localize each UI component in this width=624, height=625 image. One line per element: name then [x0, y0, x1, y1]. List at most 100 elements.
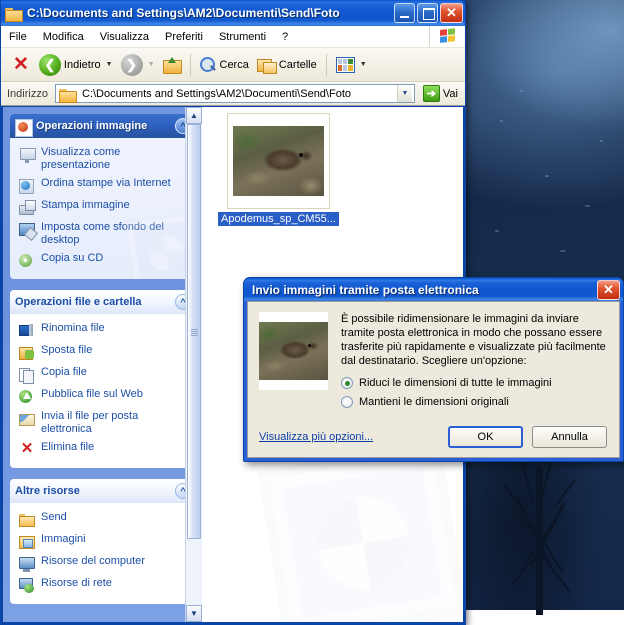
sidebar-item-label: Immagini: [41, 533, 86, 546]
address-label: Indirizzo: [4, 88, 51, 100]
go-button[interactable]: ➔ Vai: [419, 85, 462, 102]
menu-item-visualizza[interactable]: Visualizza: [92, 29, 157, 45]
sidebar-item-move[interactable]: Sposta file: [17, 342, 192, 363]
window-titlebar[interactable]: C:\Documents and Settings\AM2\Documenti\…: [1, 0, 465, 26]
sidebar-item-email-file[interactable]: Invia il file per posta elettronica: [17, 408, 192, 438]
sidebar-item-label: Rinomina file: [41, 322, 105, 335]
slideshow-icon: [19, 147, 35, 163]
copy-file-icon: [19, 367, 35, 383]
file-thumbnail-frame: [227, 113, 330, 209]
pictures-folder-icon: [19, 534, 35, 550]
sidebar-item-slideshow[interactable]: Visualizza come presentazione: [17, 144, 192, 174]
back-button[interactable]: ❮ Indietro ▼: [35, 51, 117, 79]
address-input[interactable]: C:\Documents and Settings\AM2\Documenti\…: [55, 84, 415, 103]
views-button[interactable]: ▼: [332, 51, 371, 79]
forward-button[interactable]: ❯ ▼: [117, 51, 159, 79]
up-button[interactable]: [159, 51, 185, 79]
sidebar-item-label: Risorse di rete: [41, 577, 112, 590]
sidebar-item-order-prints[interactable]: Ordina stampe via Internet: [17, 175, 192, 196]
views-dropdown-caret[interactable]: ▼: [360, 61, 367, 68]
radio-button-original[interactable]: [341, 396, 353, 408]
mouse-eye: [308, 344, 311, 347]
dialog-description: È possibile ridimensionare le immagini d…: [341, 312, 607, 368]
maximize-button[interactable]: [417, 3, 438, 23]
dialog-titlebar[interactable]: Invio immagini tramite posta elettronica…: [244, 278, 623, 301]
dialog-title: Invio immagini tramite posta elettronica: [252, 283, 597, 297]
picture-tasks-icon: [15, 119, 31, 135]
sidebar-item-copy[interactable]: Copia file: [17, 364, 192, 385]
dialog-top-row: È possibile ridimensionare le immagini d…: [259, 312, 607, 415]
sidebar-item-send[interactable]: Send: [17, 509, 192, 530]
option-label: Mantieni le dimensioni originali: [359, 396, 509, 408]
magnifier-icon: [200, 57, 217, 73]
panel-file-folder-tasks: Operazioni file e cartella ^ Rinomina fi…: [10, 290, 196, 468]
panel-other-places: Altre risorse ^ Send Immagini: [10, 479, 196, 604]
folders-button[interactable]: Cartelle: [253, 51, 321, 79]
menu-item-file[interactable]: File: [1, 29, 35, 45]
file-item[interactable]: Apodemus_sp_CM55...: [216, 113, 341, 226]
dialog-close-button[interactable]: ✕: [597, 280, 620, 300]
panel-other-places-header[interactable]: Altre risorse ^: [10, 479, 196, 503]
panel-image-tasks-header[interactable]: Operazioni immagine ^: [10, 114, 196, 138]
sidebar-item-immagini[interactable]: Immagini: [17, 531, 192, 552]
option-reduce-size[interactable]: Riduci le dimensioni di tutte le immagin…: [341, 377, 607, 389]
folders-label: Cartelle: [279, 59, 317, 71]
sidebar-item-label: Copia file: [41, 366, 87, 379]
sidebar-item-label: Elimina file: [41, 441, 94, 454]
panel-other-places-body: Send Immagini Risorse del computer: [10, 503, 196, 604]
send-pictures-email-dialog: Invio immagini tramite posta elettronica…: [243, 277, 624, 462]
cd-burn-icon: [19, 253, 35, 269]
radio-button-reduce[interactable]: [341, 377, 353, 389]
dialog-footer: Visualizza più opzioni... OK Annulla: [259, 426, 607, 448]
go-label: Vai: [443, 88, 458, 100]
file-name-label[interactable]: Apodemus_sp_CM55...: [218, 212, 339, 226]
forward-dropdown-caret[interactable]: ▼: [148, 61, 155, 68]
red-x-icon[interactable]: ✕: [7, 56, 35, 74]
sidebar-item-rename[interactable]: Rinomina file: [17, 320, 192, 341]
order-prints-icon: [19, 178, 35, 194]
address-dropdown-button[interactable]: ▼: [397, 85, 412, 102]
desktop-background-icon: [19, 222, 35, 238]
scrollbar-track[interactable]: [186, 124, 202, 605]
more-options-link[interactable]: Visualizza più opzioni...: [259, 431, 439, 443]
menu-item-help[interactable]: ?: [274, 29, 296, 45]
desktop-wallpaper-tree: [470, 455, 620, 615]
scroll-up-icon[interactable]: ▲: [186, 107, 202, 124]
sidebar-item-my-computer[interactable]: Risorse del computer: [17, 553, 192, 574]
option-keep-original[interactable]: Mantieni le dimensioni originali: [341, 396, 607, 408]
scrollbar-thumb[interactable]: [187, 124, 201, 539]
back-dropdown-caret[interactable]: ▼: [106, 61, 113, 68]
sidebar-item-label: Imposta come sfondo del desktop: [41, 221, 190, 247]
rename-icon: [19, 323, 35, 339]
toolbar-separator-2: [326, 54, 327, 76]
menu-bar: File Modifica Visualizza Preferiti Strum…: [1, 26, 465, 48]
sidebar-item-network[interactable]: Risorse di rete: [17, 575, 192, 596]
panel-file-folder-tasks-header[interactable]: Operazioni file e cartella ^: [10, 290, 196, 314]
minimize-button[interactable]: [394, 3, 415, 23]
sidebar-item-delete[interactable]: ✕ Elimina file: [17, 439, 192, 460]
folder-icon: [5, 6, 22, 20]
panel-file-folder-tasks-title: Operazioni file e cartella: [15, 296, 170, 308]
menu-item-preferiti[interactable]: Preferiti: [157, 29, 211, 45]
scrollbar-grip-icon: [191, 329, 198, 336]
sidebar-item-print-picture[interactable]: Stampa immagine: [17, 197, 192, 218]
ok-button[interactable]: OK: [448, 426, 523, 448]
close-button[interactable]: ✕: [440, 3, 463, 23]
sidebar-item-copy-to-cd[interactable]: Copia su CD: [17, 250, 192, 271]
panel-image-tasks-body: Visualizza come presentazione Ordina sta…: [10, 138, 196, 279]
toolbar-separator: [190, 54, 191, 76]
sidebar-item-label: Invia il file per posta elettronica: [41, 410, 190, 436]
views-grid-icon: [336, 57, 355, 73]
sidebar-item-publish-web[interactable]: Pubblica file sul Web: [17, 386, 192, 407]
scroll-down-icon[interactable]: ▼: [186, 605, 202, 622]
panel-image-tasks-title: Operazioni immagine: [36, 120, 170, 132]
sidebar-item-set-wallpaper[interactable]: Imposta come sfondo del desktop: [17, 219, 192, 249]
windows-flag-button[interactable]: [429, 26, 465, 47]
sidebar-scrollbar[interactable]: ▲ ▼: [185, 107, 202, 622]
close-icon: ✕: [446, 7, 457, 19]
search-button[interactable]: Cerca: [196, 51, 253, 79]
cancel-button[interactable]: Annulla: [532, 426, 607, 448]
menu-item-strumenti[interactable]: Strumenti: [211, 29, 274, 45]
address-folder-icon: [59, 87, 76, 101]
menu-item-modifica[interactable]: Modifica: [35, 29, 92, 45]
